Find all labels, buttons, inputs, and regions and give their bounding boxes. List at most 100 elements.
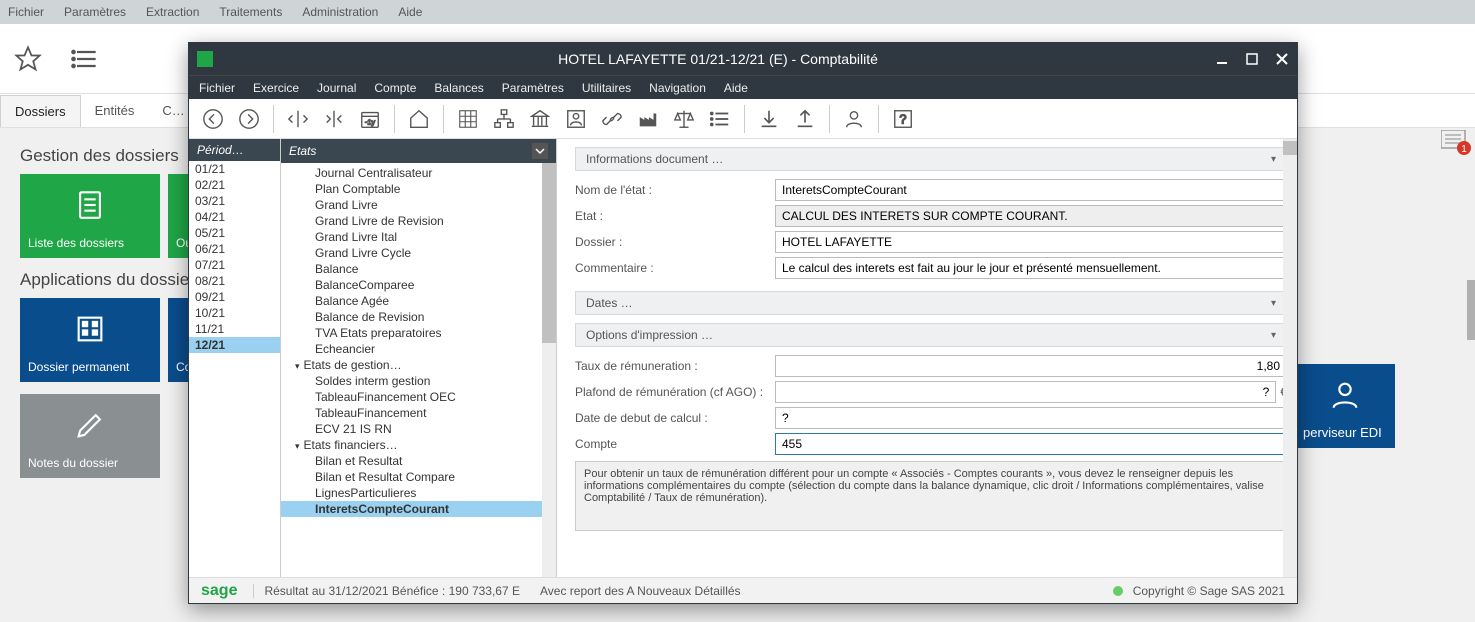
period-item[interactable]: 01/21 [189, 161, 280, 177]
etats-item[interactable]: Grand Livre Cycle [281, 245, 556, 261]
period-item[interactable]: 06/21 [189, 241, 280, 257]
bg-tab-dossiers[interactable]: Dossiers [0, 95, 81, 127]
tb-help-icon[interactable]: ? [887, 103, 919, 135]
tile-superviseur-edi[interactable]: perviseur EDI [1295, 364, 1395, 448]
tb-collapse-h-icon[interactable] [282, 103, 314, 135]
tb-grid-icon[interactable] [452, 103, 484, 135]
bg-tab-entites[interactable]: Entités [81, 95, 149, 126]
etats-item[interactable]: Grand Livre Ital [281, 229, 556, 245]
section-dates[interactable]: Dates …▾ [575, 291, 1287, 315]
nom-field[interactable] [775, 179, 1287, 201]
tile-dossier-permanent[interactable]: Dossier permanent [20, 298, 160, 382]
period-item[interactable]: 11/21 [189, 321, 280, 337]
etats-item[interactable]: TVA Etats preparatoires [281, 325, 556, 341]
etats-header[interactable]: Etats [281, 139, 556, 163]
etats-item[interactable]: Journal Centralisateur [281, 165, 556, 181]
compte-label: Compte [575, 437, 775, 451]
right-note-badge[interactable]: 1 [1441, 130, 1471, 156]
period-item[interactable]: 05/21 [189, 225, 280, 241]
modal-menu-balances[interactable]: Balances [434, 81, 483, 95]
bg-menu-extraction[interactable]: Extraction [146, 5, 199, 19]
etats-item[interactable]: LignesParticulieres [281, 485, 556, 501]
period-item[interactable]: 02/21 [189, 177, 280, 193]
tb-home-icon[interactable] [403, 103, 435, 135]
period-header[interactable]: Périod… [189, 139, 280, 161]
right-drawer-handle[interactable] [1467, 280, 1475, 340]
modal-menu-fichier[interactable]: Fichier [199, 81, 235, 95]
bg-menu-aide[interactable]: Aide [398, 5, 422, 19]
modal-menu-utilitaires[interactable]: Utilitaires [582, 81, 631, 95]
period-item[interactable]: 07/21 [189, 257, 280, 273]
tb-download-icon[interactable] [753, 103, 785, 135]
tb-person-icon[interactable] [838, 103, 870, 135]
tb-forward-icon[interactable] [233, 103, 265, 135]
modal-menu-exercice[interactable]: Exercice [253, 81, 299, 95]
etats-item[interactable]: BalanceComparee [281, 277, 556, 293]
chevron-down-icon: ▾ [1271, 330, 1276, 341]
section-options[interactable]: Options d'impression … ▾ [575, 323, 1287, 347]
etats-item[interactable]: Balance de Revision [281, 309, 556, 325]
section-options-label: Options d'impression … [586, 328, 713, 342]
document-icon [73, 188, 107, 222]
list-icon[interactable] [70, 45, 98, 73]
bg-menu-administration[interactable]: Administration [302, 5, 378, 19]
plafond-field[interactable] [775, 381, 1276, 403]
modal-menu-navigation[interactable]: Navigation [649, 81, 706, 95]
period-item[interactable]: 09/21 [189, 289, 280, 305]
close-icon[interactable] [1275, 52, 1289, 66]
section-info[interactable]: Informations document …▾ [575, 147, 1287, 171]
comment-field[interactable] [775, 257, 1287, 279]
tb-link-icon[interactable] [596, 103, 628, 135]
etats-item[interactable]: InteretsCompteCourant [281, 501, 556, 517]
period-item[interactable]: 04/21 [189, 209, 280, 225]
etats-item[interactable]: Etats de gestion… [281, 357, 556, 373]
etats-scrollbar[interactable] [542, 163, 556, 577]
star-icon[interactable] [14, 45, 42, 73]
tile-liste-dossiers[interactable]: Liste des dossiers [20, 174, 160, 258]
tile-notes-dossier[interactable]: Notes du dossier [20, 394, 160, 478]
compte-field[interactable] [775, 433, 1287, 455]
etats-list: Journal CentralisateurPlan ComptableGran… [281, 163, 556, 577]
modal-menu-journal[interactable]: Journal [317, 81, 356, 95]
tb-tree-icon[interactable] [488, 103, 520, 135]
etats-item[interactable]: Bilan et Resultat [281, 453, 556, 469]
bg-menu-fichier[interactable]: Fichier [8, 5, 44, 19]
etats-item[interactable]: Balance Agée [281, 293, 556, 309]
etats-item[interactable]: Soldes interm gestion [281, 373, 556, 389]
tb-bank-icon[interactable] [524, 103, 556, 135]
tb-scale-icon[interactable] [668, 103, 700, 135]
etats-item[interactable]: Grand Livre [281, 197, 556, 213]
etats-item[interactable]: Echeancier [281, 341, 556, 357]
taux-field[interactable] [775, 355, 1287, 377]
etats-item[interactable]: Grand Livre de Revision [281, 213, 556, 229]
period-item[interactable]: 12/21 [189, 337, 280, 353]
datedeb-field[interactable] [775, 407, 1287, 429]
etats-item[interactable]: TableauFinancement OEC [281, 389, 556, 405]
tb-back-icon[interactable] [197, 103, 229, 135]
etats-item[interactable]: Balance [281, 261, 556, 277]
etats-item[interactable]: ECV 21 IS RN [281, 421, 556, 437]
tb-factory-icon[interactable] [632, 103, 664, 135]
modal-menu-paramètres[interactable]: Paramètres [502, 81, 564, 95]
etats-item[interactable]: Bilan et Resultat Compare [281, 469, 556, 485]
dossier-field[interactable] [775, 231, 1287, 253]
maximize-icon[interactable] [1245, 52, 1259, 66]
form-scrollbar[interactable] [1283, 139, 1297, 577]
period-item[interactable]: 03/21 [189, 193, 280, 209]
tb-expand-h-icon[interactable] [318, 103, 350, 135]
period-item[interactable]: 08/21 [189, 273, 280, 289]
tb-list2-icon[interactable] [704, 103, 736, 135]
etats-item[interactable]: Etats financiers… [281, 437, 556, 453]
modal-menu-compte[interactable]: Compte [374, 81, 416, 95]
bg-menu-traitements[interactable]: Traitements [219, 5, 282, 19]
bg-menu-paramètres[interactable]: Paramètres [64, 5, 126, 19]
modal-menu-aide[interactable]: Aide [724, 81, 748, 95]
tb-upload-icon[interactable] [789, 103, 821, 135]
tb-calendar-icon[interactable]: -1y [354, 103, 386, 135]
minimize-icon[interactable] [1215, 52, 1229, 66]
etats-item[interactable]: TableauFinancement [281, 405, 556, 421]
period-item[interactable]: 10/21 [189, 305, 280, 321]
etats-item[interactable]: Plan Comptable [281, 181, 556, 197]
tb-user-icon[interactable] [560, 103, 592, 135]
chevron-down-icon[interactable] [532, 143, 548, 159]
